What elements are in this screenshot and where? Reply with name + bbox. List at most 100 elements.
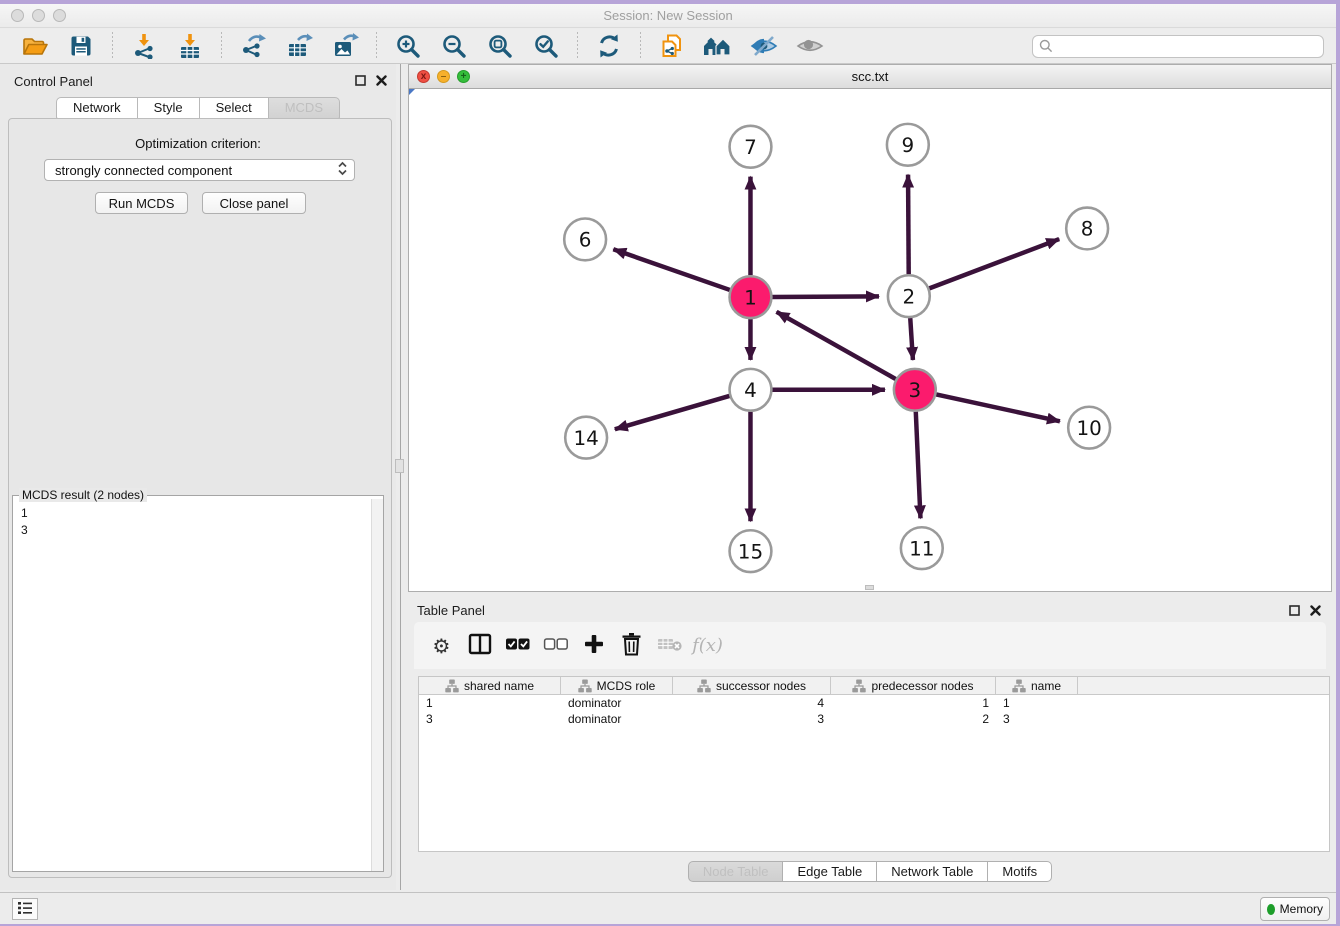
optimization-label: Optimization criterion:	[0, 136, 396, 151]
panel-splitter-grip[interactable]	[395, 459, 404, 473]
node-label: 14	[573, 427, 598, 450]
column-label: MCDS role	[597, 679, 656, 693]
zoom-fit-icon	[487, 33, 513, 59]
select-all-button[interactable]	[504, 632, 531, 659]
delete-table-button[interactable]	[656, 632, 683, 659]
function-builder-button[interactable]: f(x)	[694, 632, 721, 659]
edge-2-8[interactable]	[929, 239, 1059, 288]
column-label: successor nodes	[716, 679, 806, 693]
column-header-name[interactable]: name	[996, 677, 1078, 694]
first-neighbors-icon	[703, 34, 733, 58]
export-image-button[interactable]	[331, 32, 359, 60]
tab-network-table[interactable]: Network Table	[877, 861, 988, 882]
edge-1-6[interactable]	[613, 249, 729, 290]
split-panel-button[interactable]	[466, 632, 493, 659]
zoom-selected-button[interactable]	[532, 32, 560, 60]
export-table-button[interactable]	[285, 32, 313, 60]
import-network-button[interactable]	[130, 32, 158, 60]
panel-splitter[interactable]	[400, 64, 401, 890]
save-session-button[interactable]	[67, 32, 95, 60]
close-table-panel-icon[interactable]	[1308, 603, 1322, 617]
first-neighbors-button[interactable]	[704, 32, 732, 60]
table-row[interactable]: 3dominator323	[419, 711, 1329, 727]
tab-style[interactable]: Style	[138, 97, 200, 119]
tree-icon	[445, 679, 459, 693]
control-panel-tabs: NetworkStyleSelectMCDS	[0, 97, 396, 119]
zoom-fit-button[interactable]	[486, 32, 514, 60]
graph-node-11[interactable]: 11	[901, 527, 943, 569]
table-row[interactable]: 1dominator411	[419, 695, 1329, 711]
graph-node-9[interactable]: 9	[887, 124, 929, 166]
float-panel-icon[interactable]	[353, 73, 367, 87]
zoom-in-icon	[395, 33, 421, 59]
tab-network[interactable]: Network	[56, 97, 138, 119]
node-table: shared name MCDS role successor nodes prede…	[418, 676, 1330, 852]
delete-entry-button[interactable]	[618, 632, 645, 659]
edge-4-14[interactable]	[615, 396, 730, 429]
node-table-header: shared name MCDS role successor nodes prede…	[419, 677, 1329, 695]
window-title: Session: New Session	[0, 4, 1336, 28]
dropdown-value: strongly connected component	[55, 163, 337, 178]
tab-select[interactable]: Select	[200, 97, 269, 119]
hide-selected-button[interactable]	[750, 32, 778, 60]
graph-node-15[interactable]: 15	[730, 530, 772, 572]
tab-motifs[interactable]: Motifs	[988, 861, 1052, 882]
close-panel-icon[interactable]	[374, 73, 388, 87]
import-table-button[interactable]	[176, 32, 204, 60]
select-all-icon	[505, 637, 530, 654]
column-header-shared-name[interactable]: shared name	[419, 677, 561, 694]
tab-edge-table[interactable]: Edge Table	[783, 861, 877, 882]
task-history-button[interactable]	[12, 898, 38, 920]
edge-2-9[interactable]	[908, 175, 909, 275]
deselect-all-button[interactable]	[542, 632, 569, 659]
memory-button[interactable]: Memory	[1260, 897, 1330, 921]
result-scrollbar[interactable]	[371, 499, 383, 871]
search-box	[1032, 35, 1324, 58]
graph-node-4[interactable]: 4	[730, 369, 772, 411]
zoom-in-button[interactable]	[394, 32, 422, 60]
optimization-dropdown[interactable]: strongly connected component	[44, 159, 355, 181]
graph-node-2[interactable]: 2	[888, 275, 930, 317]
network-window-titlebar: x–+ scc.txt	[409, 65, 1331, 89]
edge-3-11[interactable]	[916, 412, 921, 519]
hide-selected-icon	[750, 34, 778, 58]
tab-mcds[interactable]: MCDS	[269, 97, 340, 119]
canvas-corner-tick	[409, 89, 415, 95]
network-window-grip[interactable]	[865, 585, 874, 590]
graph-node-1[interactable]: 1	[730, 276, 772, 318]
search-input[interactable]	[1032, 35, 1324, 58]
graph-node-7[interactable]: 7	[730, 126, 772, 168]
refresh-button[interactable]	[595, 32, 623, 60]
zoom-out-button[interactable]	[440, 32, 468, 60]
settings-gear-button[interactable]: ⚙	[428, 632, 455, 659]
tree-icon	[697, 679, 711, 693]
column-header-MCDS-role[interactable]: MCDS role	[561, 677, 673, 694]
run-mcds-button[interactable]: Run MCDS	[95, 192, 188, 214]
graph-node-6[interactable]: 6	[564, 218, 606, 260]
tab-node-table[interactable]: Node Table	[688, 861, 784, 882]
graph-node-8[interactable]: 8	[1066, 208, 1108, 250]
edge-3-1[interactable]	[777, 312, 896, 379]
show-all-button[interactable]	[796, 32, 824, 60]
network-canvas[interactable]: 1 2 3 4 6 7 8 9 10 11 14 15	[409, 89, 1331, 591]
float-table-panel-icon[interactable]	[1287, 603, 1301, 617]
network-window: x–+ scc.txt 1 2 3 4 6 7 8 9 10 11 14 15	[408, 64, 1332, 592]
graph-node-3[interactable]: 3	[894, 369, 936, 411]
column-header-successor-nodes[interactable]: successor nodes	[673, 677, 831, 694]
open-file-button[interactable]	[21, 32, 49, 60]
edge-1-2[interactable]	[772, 296, 879, 297]
edge-2-3[interactable]	[910, 318, 913, 360]
close-panel-button[interactable]: Close panel	[202, 192, 306, 214]
duplicate-network-button[interactable]	[658, 32, 686, 60]
export-network-button[interactable]	[239, 32, 267, 60]
column-header-predecessor-nodes[interactable]: predecessor nodes	[831, 677, 996, 694]
edge-3-10[interactable]	[936, 394, 1060, 421]
save-session-icon	[69, 34, 93, 58]
graph-node-14[interactable]: 14	[565, 417, 607, 459]
mcds-result-box: MCDS result (2 nodes) 13	[12, 495, 384, 872]
graph-node-10[interactable]: 10	[1068, 407, 1110, 449]
network-graph[interactable]: 1 2 3 4 6 7 8 9 10 11 14 15	[409, 89, 1331, 591]
search-icon	[1039, 39, 1053, 58]
add-entry-button[interactable]	[580, 632, 607, 659]
import-table-icon	[177, 33, 203, 59]
